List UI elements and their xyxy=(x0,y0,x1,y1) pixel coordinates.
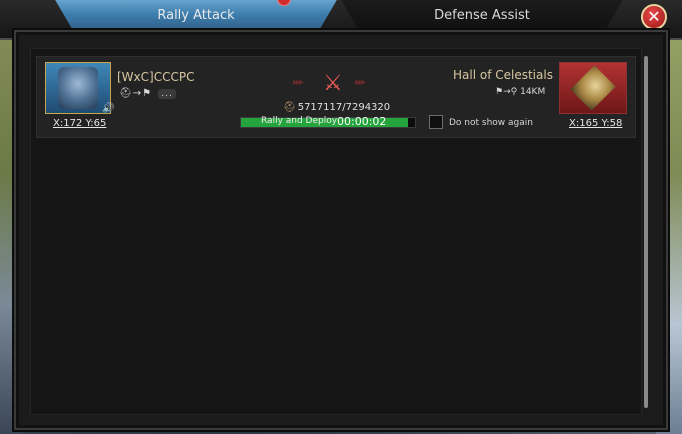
celestial-hall-icon xyxy=(570,65,616,111)
target-route: ⚑→⚲ 14KM xyxy=(495,87,545,97)
attacker-route: ⛑→⚑ ... xyxy=(119,88,176,99)
target-distance: 14KM xyxy=(520,87,546,97)
arrow-icon: → xyxy=(132,88,143,99)
target-name: Hall of Celestials xyxy=(453,68,553,82)
tab-rally-attack[interactable]: Rally Attack xyxy=(54,0,338,32)
do-not-show-checkbox[interactable] xyxy=(429,115,443,129)
scrollbar-thumb[interactable] xyxy=(644,56,648,408)
rally-timer: 00:00:02 xyxy=(337,115,387,128)
tab-defense-assist[interactable]: Defense Assist xyxy=(340,0,624,32)
direction-arrows-right: ▸▸▸ xyxy=(355,77,366,88)
speaker-icon: 🔊 xyxy=(102,103,115,114)
helmet-icon: ⛑ xyxy=(119,88,133,99)
tab-rally-attack-label: Rally Attack xyxy=(157,8,235,23)
direction-arrows-left: ▸▸▸ xyxy=(293,77,304,88)
arrow-icon: → xyxy=(503,87,511,97)
attacker-name: [WxC]CCCPC xyxy=(117,70,195,84)
attacker-coords[interactable]: X:172 Y:65 xyxy=(53,118,106,129)
rally-progress-bar: Rally and Deploy xyxy=(240,116,416,128)
tab-defense-assist-label: Defense Assist xyxy=(434,7,530,23)
flag-icon: ⚑ xyxy=(495,87,504,97)
flag-icon: ⚑ xyxy=(142,88,153,99)
target-coords[interactable]: X:165 Y:58 xyxy=(569,118,622,129)
troop-count-value: 5717117/7294320 xyxy=(297,102,391,113)
attacker-avatar xyxy=(58,67,98,109)
rally-progress-label: Rally and Deploy xyxy=(261,116,338,126)
troop-count: ⛑ 5717117/7294320 xyxy=(283,102,390,113)
do-not-show-label: Do not show again xyxy=(449,118,533,128)
crossed-swords-icon: ⚔ xyxy=(323,71,343,96)
troop-helmet-icon: ⛑ xyxy=(283,102,296,113)
location-pin-icon: ⚲ xyxy=(510,87,518,97)
scrollbar[interactable] xyxy=(644,56,648,408)
rally-entry[interactable]: 🔊 X:172 Y:65 [WxC]CCCPC ⛑→⚑ ... ▸▸▸ ⚔ ▸▸… xyxy=(36,56,636,138)
close-icon[interactable]: ✕ xyxy=(641,4,667,30)
target-image[interactable] xyxy=(559,62,627,114)
more-badge[interactable]: ... xyxy=(158,89,176,99)
attacker-portrait[interactable]: 🔊 xyxy=(45,62,115,114)
